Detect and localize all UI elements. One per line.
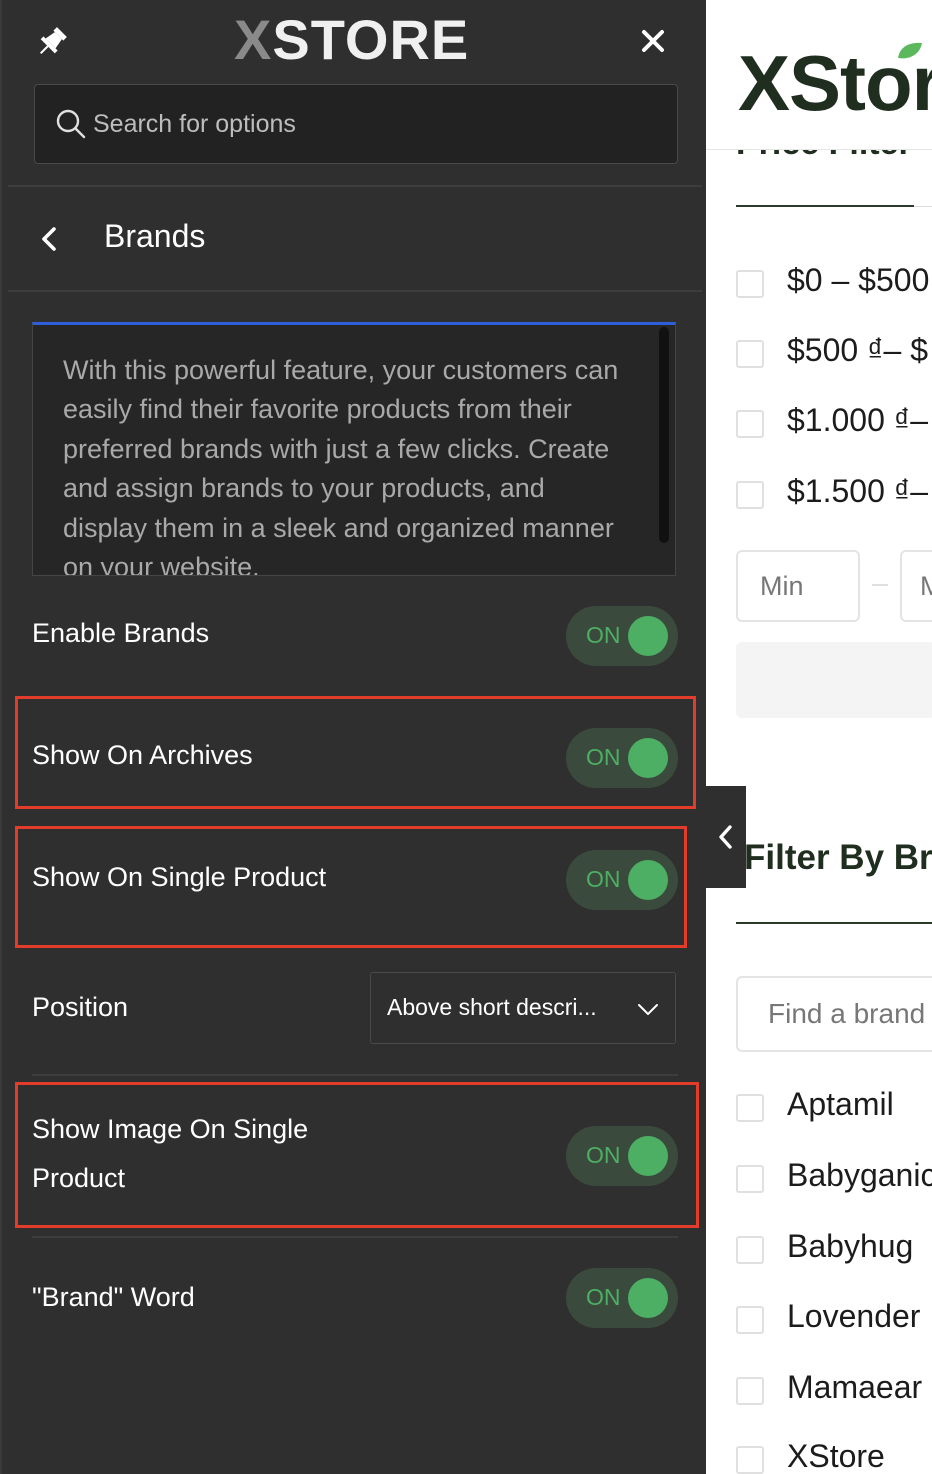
brand-filter-heading: Filter By Bra — [744, 838, 932, 877]
description-box[interactable]: With this powerful feature, your custome… — [32, 322, 676, 576]
toggle-state: ON — [586, 744, 621, 770]
checkbox[interactable] — [736, 1306, 764, 1334]
position-label: Position — [32, 992, 129, 1022]
range-dash — [872, 584, 888, 586]
close-icon[interactable] — [634, 22, 672, 60]
toggle-state: ON — [586, 1284, 621, 1310]
show-on-single-product-toggle[interactable]: ON — [566, 850, 678, 910]
logo-store: STORE — [272, 7, 470, 71]
panel-topbar: X STORE — [2, 0, 708, 80]
checkbox[interactable] — [736, 481, 764, 509]
brand-search-field[interactable] — [736, 976, 932, 1052]
show-image-on-single-product-toggle[interactable]: ON — [566, 1126, 678, 1186]
checkbox[interactable] — [736, 1377, 764, 1405]
pin-icon[interactable] — [32, 22, 72, 62]
brand-label: Aptamil — [787, 1086, 894, 1122]
price-range-label: $0 – $500 — [787, 262, 930, 298]
toggle-knob — [628, 1278, 668, 1318]
brand-label: Babyganic — [787, 1157, 932, 1193]
price-range-label: $1.500 ₫– — [787, 473, 928, 509]
xstore-logo: X STORE — [234, 7, 470, 71]
setting-show-image-on-single-product: Show Image On Single Product ON — [32, 1108, 678, 1208]
enable-brands-label: Enable Brands — [32, 618, 210, 648]
chevron-down-icon — [638, 1004, 658, 1015]
chevron-left-icon — [42, 227, 56, 251]
heading-underline — [736, 205, 914, 207]
section-header: Brands — [2, 188, 708, 290]
leaf-icon — [898, 42, 922, 59]
checkbox[interactable] — [736, 1236, 764, 1264]
checkbox[interactable] — [736, 1094, 764, 1122]
show-on-archives-label: Show On Archives — [32, 740, 253, 770]
setting-show-on-archives: Show On Archives ON — [32, 728, 678, 788]
toggle-knob — [628, 616, 668, 656]
divider — [32, 1236, 678, 1238]
min-price-field[interactable] — [736, 550, 860, 622]
storefront-preview: Price Filter XStor $0 – $500 $500 ₫– $ $… — [706, 0, 932, 1474]
customizer-panel: XSTORE Brands With this powerful feature… — [0, 0, 706, 1474]
checkbox[interactable] — [736, 270, 764, 298]
back-button[interactable] — [32, 221, 68, 257]
price-filter-button[interactable] — [736, 642, 932, 718]
toggle-knob — [628, 860, 668, 900]
toggle-state: ON — [586, 622, 621, 648]
options-search[interactable] — [34, 84, 678, 164]
enable-brands-toggle[interactable]: ON — [566, 606, 678, 666]
show-image-label-line1: Show Image On Single — [32, 1114, 309, 1144]
brand-label: XStore — [787, 1438, 885, 1474]
heading-rule — [914, 206, 932, 207]
chevron-left-icon — [719, 825, 732, 849]
checkbox[interactable] — [736, 1165, 764, 1193]
setting-enable-brands: Enable Brands ON — [32, 606, 678, 666]
toggle-knob — [628, 738, 668, 778]
section-title: Brands — [104, 218, 206, 254]
logo-x: X — [234, 7, 273, 71]
description-scrollbar[interactable] — [659, 327, 669, 543]
toggle-state: ON — [586, 1142, 621, 1168]
description-text: With this powerful feature, your custome… — [63, 355, 619, 576]
brand-search-input[interactable] — [738, 978, 932, 1050]
show-on-single-product-label: Show On Single Product — [32, 862, 327, 892]
collapse-panel-button[interactable] — [706, 786, 746, 888]
checkbox[interactable] — [736, 1446, 764, 1474]
setting-show-on-single-product: Show On Single Product ON — [32, 850, 678, 910]
search-input[interactable] — [93, 109, 653, 139]
min-price-input[interactable] — [738, 552, 858, 620]
max-price-input[interactable] — [902, 552, 932, 620]
checkbox[interactable] — [736, 340, 764, 368]
brand-word-toggle[interactable]: ON — [566, 1268, 678, 1328]
max-price-field[interactable] — [900, 550, 932, 622]
brand-word-label: "Brand" Word — [32, 1282, 195, 1312]
show-on-archives-toggle[interactable]: ON — [566, 728, 678, 788]
show-image-label-line2: Product — [32, 1163, 126, 1193]
toggle-knob — [628, 1136, 668, 1176]
toggle-state: ON — [586, 866, 621, 892]
brand-label: Babyhug — [787, 1228, 914, 1264]
checkbox[interactable] — [736, 410, 764, 438]
search-icon — [56, 109, 86, 139]
price-range-label: $500 ₫– $ — [787, 332, 928, 368]
position-value: Above short descri... — [387, 994, 597, 1020]
divider — [32, 1074, 678, 1076]
position-select[interactable]: Above short descri... — [370, 972, 676, 1044]
divider — [8, 185, 702, 187]
heading-underline — [736, 922, 932, 924]
brand-label: Mamaear — [787, 1369, 923, 1405]
divider — [8, 290, 702, 292]
brand-label: Lovender — [787, 1298, 921, 1334]
setting-brand-word: "Brand" Word ON — [32, 1268, 678, 1328]
store-header: XStor — [706, 0, 932, 150]
price-range-label: $1.000 ₫– — [787, 402, 928, 438]
